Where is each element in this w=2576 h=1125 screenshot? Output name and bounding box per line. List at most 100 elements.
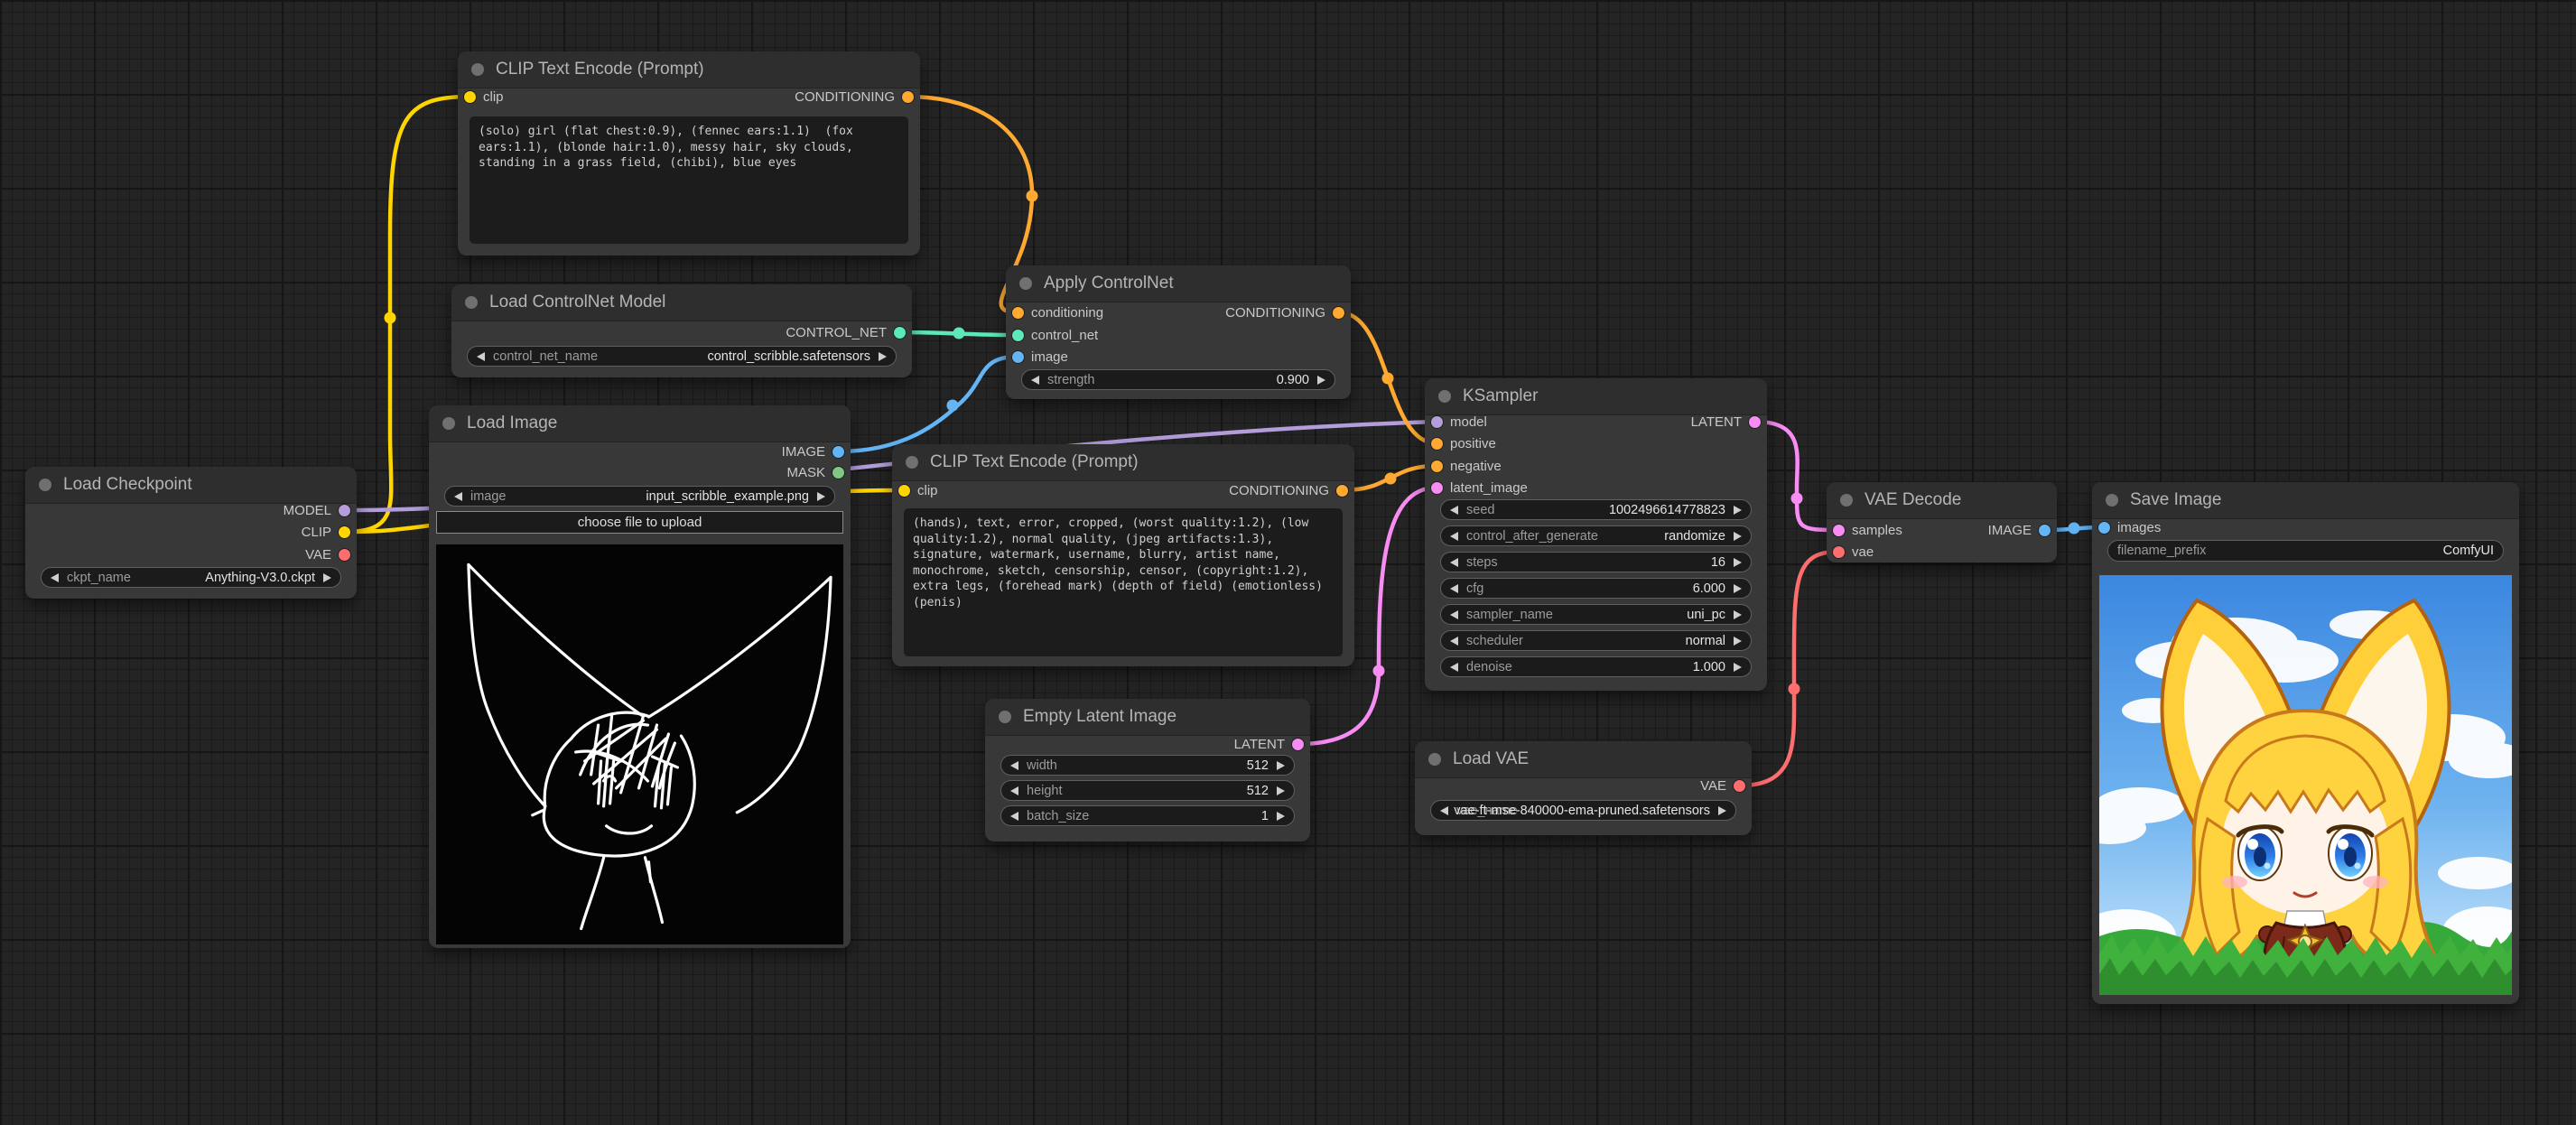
slot-dot-model[interactable] [1431, 415, 1443, 428]
slot-dot-conditioning[interactable] [902, 90, 914, 103]
graph-canvas[interactable]: Load Checkpoint MODEL CLIP VAE ckpt_name… [0, 0, 2576, 1125]
node-load-controlnet-model[interactable]: Load ControlNet Model CONTROL_NET contro… [451, 284, 912, 377]
decrement-arrow-icon[interactable] [1010, 811, 1018, 821]
input-slot-positive[interactable]: positive [1431, 434, 1496, 452]
widget-sampler-name[interactable]: sampler_name uni_pc [1440, 604, 1752, 625]
node-title-bar[interactable]: Load VAE [1415, 741, 1752, 778]
slot-dot-conditioning[interactable] [1431, 437, 1443, 450]
input-slot-samples[interactable]: samples [1833, 521, 1902, 539]
slot-dot-clip[interactable] [464, 90, 476, 103]
widget-batch-size[interactable]: batch_size 1 [1000, 805, 1295, 826]
node-title-bar[interactable]: Save Image [2092, 482, 2519, 519]
node-title-bar[interactable]: Load Checkpoint [25, 467, 357, 504]
node-clip-text-encode-negative[interactable]: CLIP Text Encode (Prompt) clip CONDITION… [892, 444, 1354, 666]
increment-arrow-icon[interactable] [879, 351, 887, 361]
increment-arrow-icon[interactable] [1277, 760, 1285, 770]
decrement-arrow-icon[interactable] [477, 351, 485, 361]
prompt-textarea[interactable]: (hands), text, error, cropped, (worst qu… [904, 508, 1343, 656]
decrement-arrow-icon[interactable] [1450, 531, 1458, 541]
prompt-textarea[interactable]: (solo) girl (flat chest:0.9), (fennec ea… [470, 116, 908, 244]
slot-dot-conditioning[interactable] [1333, 306, 1344, 319]
increment-arrow-icon[interactable] [1317, 375, 1325, 385]
decrement-arrow-icon[interactable] [1450, 636, 1458, 646]
slot-dot-model[interactable] [339, 504, 350, 516]
slot-dot-latent[interactable] [1833, 524, 1845, 536]
input-slot-conditioning[interactable]: conditioning [1012, 303, 1103, 321]
slot-dot-latent[interactable] [1292, 738, 1304, 750]
slot-dot-conditioning[interactable] [1336, 484, 1348, 497]
input-slot-model[interactable]: model [1431, 413, 1487, 431]
node-title-bar[interactable]: CLIP Text Encode (Prompt) [458, 51, 920, 88]
widget-width[interactable]: width 512 [1000, 755, 1295, 776]
node-ksampler[interactable]: KSampler model LATENT positive negative … [1425, 378, 1767, 691]
slot-dot-control-net[interactable] [1012, 329, 1024, 341]
node-title-bar[interactable]: KSampler [1425, 378, 1767, 415]
decrement-arrow-icon[interactable] [1440, 805, 1448, 815]
widget-height[interactable]: height 512 [1000, 780, 1295, 801]
decrement-arrow-icon[interactable] [51, 572, 59, 582]
widget-vae-name[interactable]: vae_name vae-ft-mse-840000-ema-pruned.sa… [1430, 800, 1736, 821]
slot-dot-vae[interactable] [1833, 545, 1845, 558]
input-slot-negative[interactable]: negative [1431, 457, 1502, 475]
slot-dot-image[interactable] [1012, 350, 1024, 363]
output-slot-conditioning[interactable]: CONDITIONING [1229, 481, 1348, 499]
node-load-checkpoint[interactable]: Load Checkpoint MODEL CLIP VAE ckpt_name… [25, 467, 357, 599]
increment-arrow-icon[interactable] [817, 491, 825, 501]
choose-file-button[interactable]: choose file to upload [436, 511, 843, 534]
increment-arrow-icon[interactable] [323, 572, 331, 582]
widget-ckpt-name[interactable]: ckpt_name Anything-V3.0.ckpt [41, 567, 341, 588]
output-slot-control-net[interactable]: CONTROL_NET [786, 323, 906, 341]
input-slot-images[interactable]: images [2098, 518, 2161, 536]
node-apply-controlnet[interactable]: Apply ControlNet conditioning CONDITIONI… [1006, 265, 1351, 399]
increment-arrow-icon[interactable] [1734, 636, 1742, 646]
slot-dot-clip[interactable] [339, 525, 350, 538]
widget-control-after-generate[interactable]: control_after_generate randomize [1440, 525, 1752, 546]
increment-arrow-icon[interactable] [1277, 811, 1285, 821]
output-slot-conditioning[interactable]: CONDITIONING [795, 88, 914, 106]
slot-dot-image[interactable] [832, 445, 844, 458]
decrement-arrow-icon[interactable] [1450, 505, 1458, 515]
decrement-arrow-icon[interactable] [454, 491, 462, 501]
slot-dot-conditioning[interactable] [1431, 460, 1443, 472]
input-slot-control-net[interactable]: control_net [1012, 326, 1098, 344]
slot-dot-mask[interactable] [832, 466, 844, 479]
node-load-vae[interactable]: Load VAE VAE vae_name vae-ft-mse-840000-… [1415, 741, 1752, 835]
output-slot-conditioning[interactable]: CONDITIONING [1225, 303, 1344, 321]
node-title-bar[interactable]: VAE Decode [1827, 482, 2057, 519]
widget-control-net-name[interactable]: control_net_name control_scribble.safete… [467, 346, 897, 367]
output-slot-latent[interactable]: LATENT [1691, 413, 1761, 431]
node-title-bar[interactable]: Apply ControlNet [1006, 265, 1351, 302]
output-slot-mask[interactable]: MASK [786, 463, 844, 481]
node-clip-text-encode-positive[interactable]: CLIP Text Encode (Prompt) clip CONDITION… [458, 51, 920, 256]
widget-denoise[interactable]: denoise 1.000 [1440, 656, 1752, 677]
widget-seed[interactable]: seed 1002496614778823 [1440, 499, 1752, 520]
increment-arrow-icon[interactable] [1277, 786, 1285, 795]
node-save-image[interactable]: Save Image images filename_prefix ComfyU… [2092, 482, 2519, 1004]
decrement-arrow-icon[interactable] [1450, 662, 1458, 672]
node-title-bar[interactable]: CLIP Text Encode (Prompt) [892, 444, 1354, 481]
output-slot-clip[interactable]: CLIP [302, 523, 350, 541]
decrement-arrow-icon[interactable] [1450, 583, 1458, 593]
slot-dot-clip[interactable] [898, 484, 910, 497]
slot-dot-latent[interactable] [1431, 481, 1443, 494]
slot-dot-image[interactable] [2039, 524, 2051, 536]
slot-dot-control-net[interactable] [894, 326, 906, 339]
input-slot-image[interactable]: image [1012, 348, 1068, 366]
increment-arrow-icon[interactable] [1734, 583, 1742, 593]
decrement-arrow-icon[interactable] [1010, 786, 1018, 795]
output-slot-vae[interactable]: VAE [1700, 776, 1745, 795]
decrement-arrow-icon[interactable] [1031, 375, 1039, 385]
output-slot-image[interactable]: IMAGE [782, 442, 844, 460]
output-slot-model[interactable]: MODEL [284, 501, 350, 519]
slot-dot-image[interactable] [2098, 521, 2110, 534]
increment-arrow-icon[interactable] [1734, 557, 1742, 567]
decrement-arrow-icon[interactable] [1450, 609, 1458, 619]
slot-dot-conditioning[interactable] [1012, 306, 1024, 319]
node-title-bar[interactable]: Empty Latent Image [985, 699, 1310, 736]
node-empty-latent-image[interactable]: Empty Latent Image LATENT width 512 heig… [985, 699, 1310, 841]
increment-arrow-icon[interactable] [1734, 531, 1742, 541]
output-slot-image[interactable]: IMAGE [1988, 521, 2051, 539]
input-slot-latent-image[interactable]: latent_image [1431, 479, 1528, 497]
node-vae-decode[interactable]: VAE Decode samples IMAGE vae [1827, 482, 2057, 562]
node-load-image[interactable]: Load Image IMAGE MASK image input_scribb… [429, 405, 851, 948]
